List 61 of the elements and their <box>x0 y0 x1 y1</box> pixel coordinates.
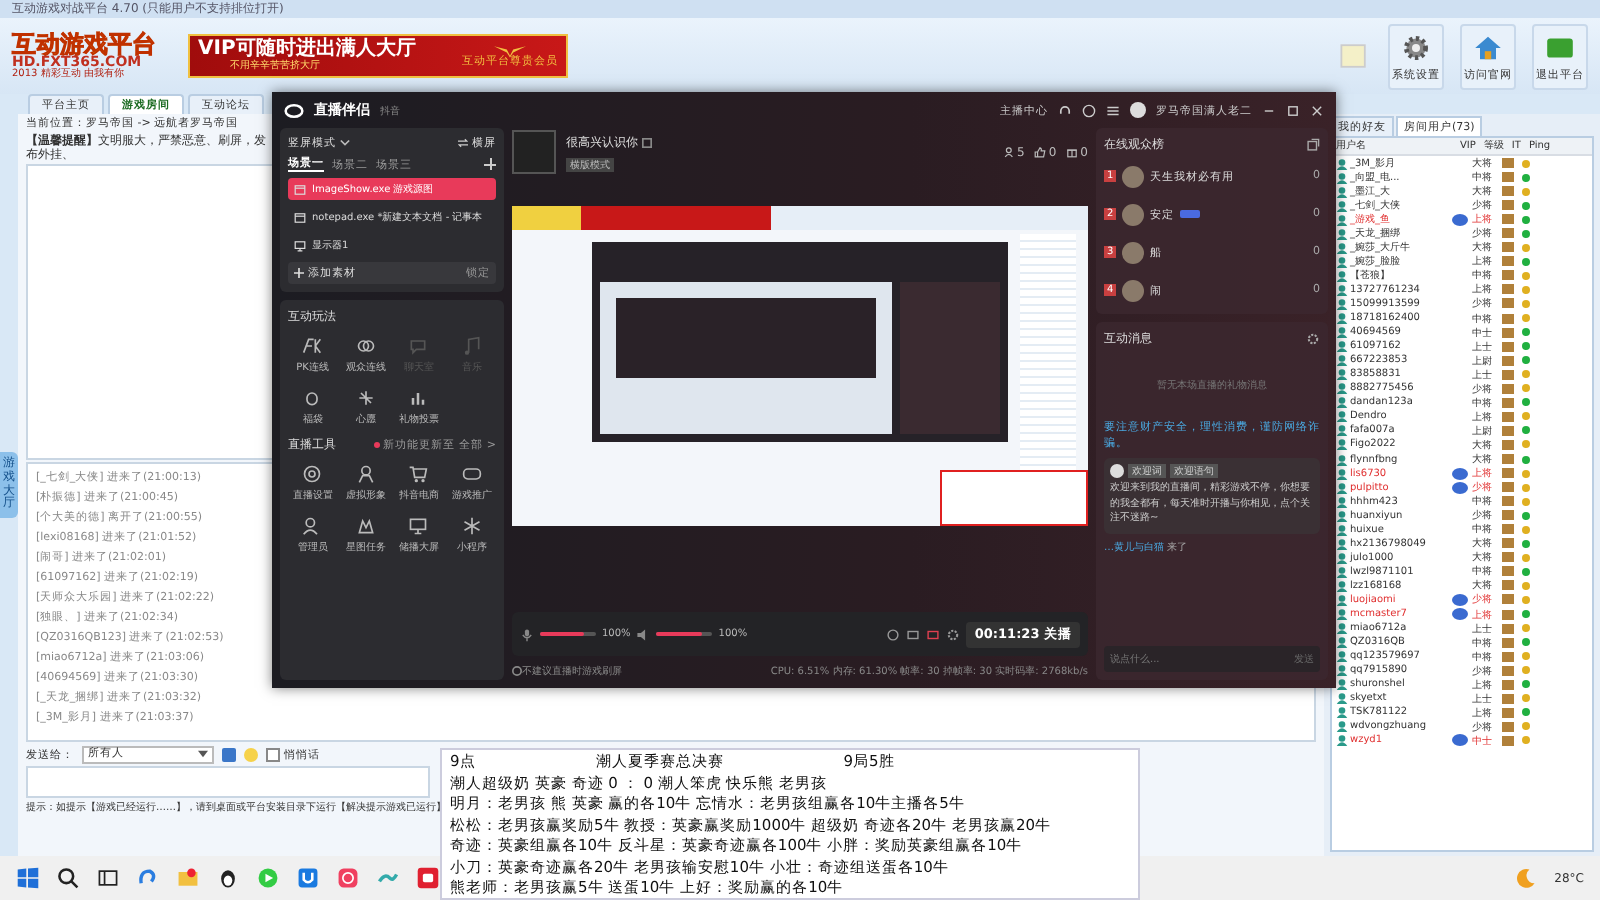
home-icon <box>1472 31 1504 63</box>
thumbs-up-icon <box>1034 146 1047 158</box>
gear-icon <box>1400 31 1432 63</box>
vip-icon <box>1452 213 1468 226</box>
monitor-icon <box>294 239 306 251</box>
screen-icon[interactable] <box>926 627 941 641</box>
gift-icon <box>1066 146 1079 158</box>
taskbar-app-icon[interactable] <box>56 866 80 890</box>
edit-icon[interactable] <box>642 137 652 147</box>
moon-icon <box>1514 866 1539 890</box>
vip-icon <box>1452 734 1468 747</box>
person-icon <box>355 464 376 484</box>
crown-icon <box>355 516 376 536</box>
avatar <box>1122 279 1145 301</box>
wing-emblem-icon <box>494 43 526 58</box>
window-icon[interactable] <box>906 627 921 641</box>
info-icon <box>512 666 522 676</box>
paper-icon <box>1336 38 1372 74</box>
chat-input[interactable] <box>26 766 430 798</box>
camera-icon[interactable] <box>886 627 901 641</box>
speaker-icon[interactable] <box>636 627 651 641</box>
avatar[interactable] <box>1130 102 1146 118</box>
headset-icon[interactable] <box>1058 103 1072 117</box>
bar-chart-icon <box>408 388 429 408</box>
ring-logo-icon <box>284 101 304 119</box>
monitor-icon <box>408 516 429 536</box>
taskbar-app-icon[interactable] <box>216 866 240 890</box>
popout-icon[interactable] <box>1306 138 1320 152</box>
people-icon <box>1003 146 1016 158</box>
asterisk-icon <box>461 516 482 536</box>
cart-icon <box>408 464 429 484</box>
avatar <box>1122 203 1145 225</box>
pk-icon <box>302 336 323 356</box>
font-icon[interactable] <box>222 747 236 761</box>
settings-icon[interactable] <box>946 627 961 641</box>
help-icon[interactable] <box>1082 103 1096 117</box>
taskbar-app-icon[interactable] <box>96 866 120 890</box>
window-icon <box>294 211 306 223</box>
music-note-icon <box>461 336 482 356</box>
settings-icon[interactable] <box>1306 332 1320 346</box>
close-icon[interactable] <box>1310 103 1324 117</box>
new-dot <box>373 442 380 448</box>
rings-icon <box>355 336 376 356</box>
swap-arrows-icon <box>458 138 468 148</box>
avatar <box>1110 464 1124 479</box>
settings-icon <box>302 464 323 484</box>
sparkle-icon <box>355 388 376 408</box>
person-icon <box>302 516 323 536</box>
avatar <box>1122 165 1145 187</box>
maximize-icon[interactable] <box>1286 103 1300 117</box>
bag-icon <box>302 388 323 408</box>
chat-bubble-icon <box>408 336 429 356</box>
menu-icon[interactable] <box>1106 103 1120 117</box>
gamepad-icon <box>461 464 482 484</box>
window-icon <box>294 183 306 195</box>
microphone-icon[interactable] <box>520 627 534 641</box>
caret-icon <box>198 750 208 758</box>
avatar <box>1122 241 1145 263</box>
chevron-icon <box>340 138 350 148</box>
add-scene-icon[interactable] <box>484 158 496 170</box>
plus-icon <box>294 268 304 278</box>
